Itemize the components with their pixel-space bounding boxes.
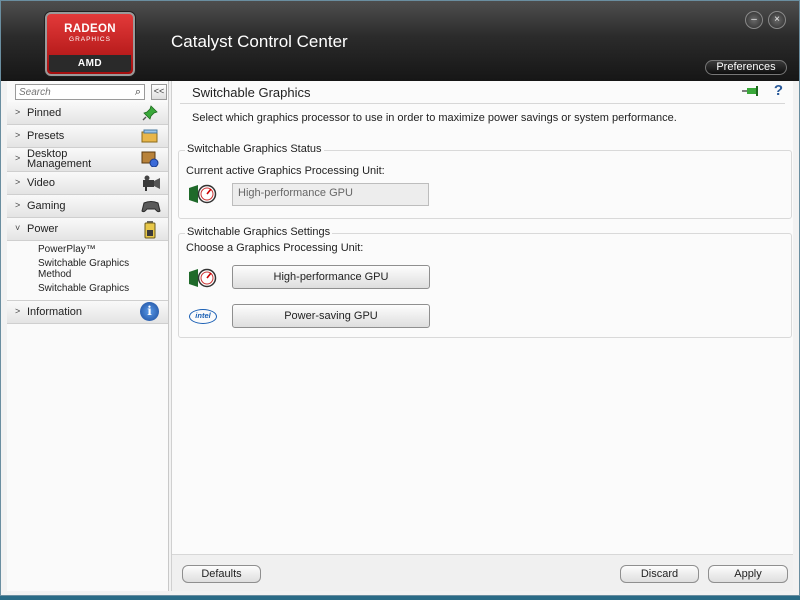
sidebar-item-label: Pinned (27, 107, 62, 119)
radeon-logo: RADEON GRAPHICS AMD (45, 12, 135, 76)
chevron-right-icon: > (15, 130, 21, 140)
page-title: Switchable Graphics (192, 85, 311, 100)
settings-group: Switchable Graphics Settings Choose a Gr… (178, 226, 792, 338)
sidebar-item-label: Video (27, 177, 55, 189)
logo-amd-text: AMD (49, 55, 131, 72)
sidebar-item-label: Information (27, 306, 83, 318)
chevron-down-icon: ˅ (15, 223, 21, 233)
status-group-title: Switchable Graphics Status (185, 143, 324, 155)
collapse-sidebar-button[interactable]: << (151, 84, 167, 100)
sidebar-item-pinned[interactable]: > Pinned (7, 102, 168, 125)
desktop-strip (0, 596, 800, 600)
power-saving-gpu-button[interactable]: Power-saving GPU (232, 304, 430, 328)
header-bar: RADEON GRAPHICS AMD Catalyst Control Cen… (1, 1, 799, 81)
sidebar-nav: > Pinned > Presets > Desktop Management (7, 102, 168, 324)
search-icon[interactable]: ⌕ (135, 86, 141, 99)
gpu-gauge-icon (188, 268, 217, 288)
pin-page-icon[interactable] (742, 85, 760, 99)
intel-logo-icon: intel (189, 309, 217, 324)
sidebar-item-label: Gaming (27, 200, 66, 212)
help-icon[interactable]: ? (774, 82, 783, 99)
chevron-right-icon: > (15, 306, 21, 316)
sidebar-item-label: Power (27, 223, 59, 235)
main-panel: Switchable Graphics ? Select which graph… (171, 81, 793, 591)
search-input[interactable] (16, 86, 123, 98)
gpu-gauge-icon (188, 184, 217, 204)
sidebar-item-power[interactable]: ˅ Power (7, 218, 168, 241)
high-performance-gpu-button[interactable]: High-performance GPU (232, 265, 430, 289)
battery-icon (141, 221, 159, 239)
settings-group-title: Switchable Graphics Settings (185, 226, 333, 238)
sidebar-item-information[interactable]: > Information i (7, 301, 168, 324)
defaults-button[interactable]: Defaults (182, 565, 261, 583)
info-icon-glyph: i (140, 302, 159, 321)
page-description: Select which graphics processor to use i… (192, 112, 677, 124)
sidebar-item-desktop-management[interactable]: > Desktop Management (7, 148, 168, 172)
status-group: Switchable Graphics Status Current activ… (178, 143, 792, 219)
sidebar-item-video[interactable]: > Video (7, 172, 168, 195)
sidebar-subitem-switchable-graphics[interactable]: Switchable Graphics (38, 283, 168, 294)
search-box: ⌕ (15, 84, 145, 100)
logo-graphics-text: GRAPHICS (69, 36, 111, 43)
choose-gpu-label: Choose a Graphics Processing Unit: (186, 242, 364, 254)
minimize-button[interactable]: – (745, 11, 763, 29)
pin-icon (141, 105, 159, 121)
sidebar-subitem-switchable-graphics-method[interactable]: Switchable Graphics Method (38, 258, 148, 280)
close-button[interactable]: × (768, 11, 786, 29)
info-icon: i (140, 302, 160, 322)
footer-bar: Defaults Discard Apply (172, 554, 793, 591)
preferences-button[interactable]: Preferences (705, 60, 787, 75)
chevron-right-icon: > (15, 177, 21, 187)
apply-button[interactable]: Apply (708, 565, 788, 583)
sidebar-item-label: Presets (27, 130, 65, 142)
sidebar: ⌕ << > Pinned > Presets > Desktop Manage… (7, 81, 169, 591)
sidebar-item-label: Desktop Management (27, 148, 92, 170)
chevron-right-icon: > (15, 153, 21, 163)
video-camera-icon (141, 175, 160, 191)
ccc-window: RADEON GRAPHICS AMD Catalyst Control Cen… (0, 0, 800, 596)
chevron-right-icon: > (15, 200, 21, 210)
discard-button[interactable]: Discard (620, 565, 699, 583)
chevron-right-icon: > (15, 107, 21, 117)
gamepad-icon (141, 198, 161, 214)
sidebar-subitem-powerplay[interactable]: PowerPlay™ (38, 244, 168, 255)
presets-icon (141, 128, 159, 144)
power-submenu: PowerPlay™ Switchable Graphics Method Sw… (7, 241, 168, 301)
sidebar-item-presets[interactable]: > Presets (7, 125, 168, 148)
desktop-icon (141, 151, 159, 168)
current-gpu-field: High-performance GPU (232, 183, 429, 206)
title-divider (180, 103, 785, 104)
app-title: Catalyst Control Center (171, 32, 348, 51)
current-gpu-label: Current active Graphics Processing Unit: (186, 165, 385, 177)
logo-radeon-text: RADEON (64, 23, 116, 35)
sidebar-item-gaming[interactable]: > Gaming (7, 195, 168, 218)
